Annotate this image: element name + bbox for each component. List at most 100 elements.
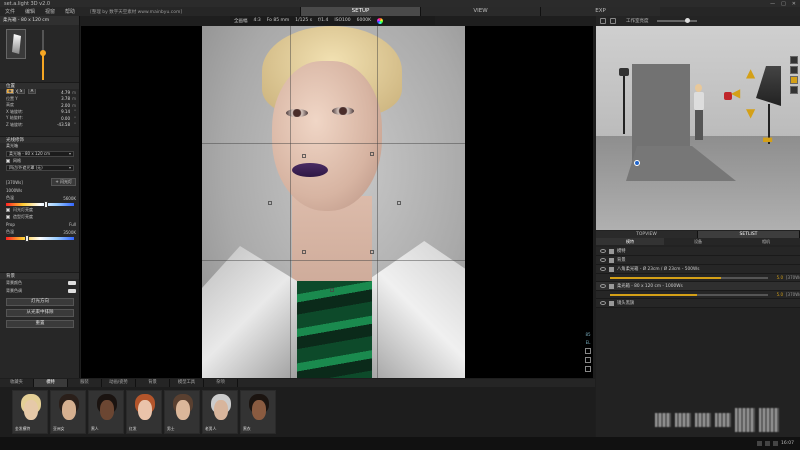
camera-viewport[interactable]: 85 EL bbox=[81, 26, 593, 378]
eye-icon[interactable] bbox=[600, 258, 606, 262]
menu-file[interactable]: 文件 bbox=[0, 8, 20, 15]
prop-value[interactable]: 2.00 bbox=[48, 103, 70, 108]
floor-handle-icon[interactable]: ▬ bbox=[762, 132, 773, 146]
tray-icon[interactable] bbox=[773, 441, 779, 446]
bg-tone-toggle[interactable] bbox=[68, 289, 76, 293]
list-item[interactable]: 柔光箱 - 80 x 120 cm - 1000Ws bbox=[596, 282, 800, 291]
light-power-knob[interactable] bbox=[40, 49, 46, 56]
tab-misc[interactable]: 杂项 bbox=[204, 379, 238, 387]
bg-color-toggle[interactable] bbox=[68, 281, 76, 285]
prop-value[interactable]: 0.00 bbox=[48, 116, 70, 121]
eye-icon[interactable] bbox=[600, 301, 606, 305]
fullscreen-icon[interactable] bbox=[585, 366, 591, 372]
prop-row[interactable]: Y 轴旋转: 0.00 ° bbox=[0, 115, 79, 122]
prop-label[interactable]: Prop bbox=[6, 222, 15, 227]
tab-clothing[interactable]: 服装 bbox=[68, 379, 102, 387]
focal-length[interactable]: Fo 85 mm bbox=[267, 18, 290, 23]
flash-model[interactable]: [370Ws] bbox=[6, 180, 23, 185]
focus-point[interactable] bbox=[330, 288, 334, 292]
prop-row[interactable]: 高度 2.00 m bbox=[0, 102, 79, 109]
model-thumbnail[interactable]: 黑衣 bbox=[240, 390, 276, 434]
spotlight[interactable] bbox=[619, 68, 629, 76]
studio-brightness-slider[interactable] bbox=[656, 18, 697, 23]
tab-export[interactable]: EXP bbox=[540, 7, 660, 16]
menu-edit[interactable]: 编辑 bbox=[20, 8, 40, 15]
tab-setlist[interactable]: SETLIST bbox=[698, 231, 800, 238]
position-title[interactable]: 位置 bbox=[0, 82, 79, 89]
scene-tool-icon[interactable] bbox=[790, 76, 798, 84]
sensor-format[interactable]: 全画幅 bbox=[234, 18, 248, 24]
list-item[interactable]: 背景 bbox=[596, 256, 800, 265]
tab-setup[interactable]: SETUP bbox=[300, 7, 420, 16]
tab-favorites[interactable]: 收藏夹 bbox=[0, 379, 34, 387]
color-wheel-icon[interactable] bbox=[377, 17, 384, 24]
focus-point[interactable] bbox=[370, 250, 374, 254]
pen-icon[interactable] bbox=[600, 18, 606, 24]
rotate-left-arrow-icon[interactable]: ◀ bbox=[731, 86, 740, 100]
light-direction-button[interactable]: 灯光方向 bbox=[6, 298, 74, 306]
move-up-arrow-icon[interactable]: ▲ bbox=[746, 66, 755, 80]
tab-poses[interactable]: 动画/姿势 bbox=[102, 379, 136, 387]
aperture[interactable]: f/1.4 bbox=[318, 18, 328, 23]
background-title[interactable]: 背景 bbox=[0, 272, 79, 279]
model-thumbnail[interactable]: 红发 bbox=[126, 390, 162, 434]
modifier-title[interactable]: 光线修饰 bbox=[0, 136, 79, 143]
temperature2-value[interactable]: 3500K bbox=[63, 230, 76, 235]
light-power-slider[interactable] bbox=[610, 293, 768, 296]
clock[interactable]: 16:07 bbox=[781, 441, 794, 446]
modifier-dropdown[interactable]: 柔光箱 - 80 x 120 cm bbox=[6, 150, 74, 157]
move-down-arrow-icon[interactable]: ▼ bbox=[746, 106, 755, 120]
subtab-model[interactable]: 模特 bbox=[596, 238, 664, 245]
subtab-camera[interactable]: 相机 bbox=[732, 238, 800, 245]
focus-point[interactable] bbox=[397, 201, 401, 205]
white-balance[interactable]: 6000K bbox=[357, 18, 371, 23]
focus-point[interactable] bbox=[302, 250, 306, 254]
reset-button[interactable]: 重置 bbox=[6, 320, 74, 328]
prop-row[interactable]: Z 轴旋转: -43.58 ° bbox=[0, 122, 79, 129]
minimize-button[interactable]: — bbox=[770, 1, 775, 7]
eye-icon[interactable] bbox=[600, 284, 606, 288]
light-power-slider[interactable] bbox=[610, 276, 768, 279]
grid-checkbox[interactable] bbox=[6, 158, 10, 163]
checkbox[interactable] bbox=[6, 208, 10, 213]
list-item[interactable]: 八角柔光箱 - Ø 23cm / Ø 23cm - 500Ws bbox=[596, 265, 800, 274]
shutter-speed[interactable]: 1/125 s bbox=[295, 18, 312, 23]
exclude-button[interactable]: 从光束中排除 bbox=[6, 309, 74, 317]
tab-model-tools[interactable]: 模型工具 bbox=[170, 379, 204, 387]
softbox-light[interactable] bbox=[756, 66, 781, 106]
temperature-slider[interactable] bbox=[6, 201, 74, 208]
list-item[interactable]: 镜头黑旗 bbox=[596, 299, 800, 308]
menu-view[interactable]: 视窗 bbox=[40, 8, 60, 15]
temperature2-slider[interactable] bbox=[6, 235, 74, 242]
scene-tool-icon[interactable] bbox=[790, 86, 798, 94]
aspect-ratio[interactable]: 4:3 bbox=[254, 18, 261, 23]
focus-point[interactable] bbox=[268, 201, 272, 205]
focus-toggle-icon[interactable] bbox=[585, 357, 591, 363]
tab-topview[interactable]: TOPVIEW bbox=[596, 231, 698, 238]
focus-point[interactable] bbox=[370, 152, 374, 156]
prop-value[interactable]: 4.79 bbox=[48, 90, 70, 95]
full-label[interactable]: Full bbox=[69, 222, 76, 227]
cursor-icon[interactable] bbox=[610, 18, 616, 24]
model-thumbnail[interactable]: 亚洲女 bbox=[50, 390, 86, 434]
model-thumbnail[interactable]: 黑人 bbox=[88, 390, 124, 434]
model-thumbnail[interactable]: 金发模特 bbox=[12, 390, 48, 434]
subtab-equipment[interactable]: 设备 bbox=[664, 238, 732, 245]
checkbox[interactable] bbox=[6, 214, 10, 219]
temperature-knob[interactable] bbox=[44, 201, 49, 208]
scene-tool-icon[interactable] bbox=[790, 66, 798, 74]
model-figure[interactable] bbox=[694, 84, 704, 144]
model-thumbnail[interactable]: 男士 bbox=[164, 390, 200, 434]
temperature-value[interactable]: 5600K bbox=[63, 196, 76, 201]
eye-icon[interactable] bbox=[600, 249, 606, 253]
grid-dropdown[interactable]: 四边/外遮光罩 (无) bbox=[6, 165, 74, 171]
scene-tool-icon[interactable] bbox=[790, 56, 798, 64]
focus-point[interactable] bbox=[302, 154, 306, 158]
tray-icon[interactable] bbox=[765, 441, 771, 446]
eye-icon[interactable] bbox=[600, 267, 606, 271]
prop-row[interactable]: 位置 X 4.79 m bbox=[0, 89, 79, 96]
prop-value[interactable]: 9.14 bbox=[48, 109, 70, 114]
list-item[interactable]: 模特 bbox=[596, 247, 800, 256]
tab-models[interactable]: 模特 bbox=[34, 379, 68, 387]
close-button[interactable]: ✕ bbox=[792, 1, 796, 7]
